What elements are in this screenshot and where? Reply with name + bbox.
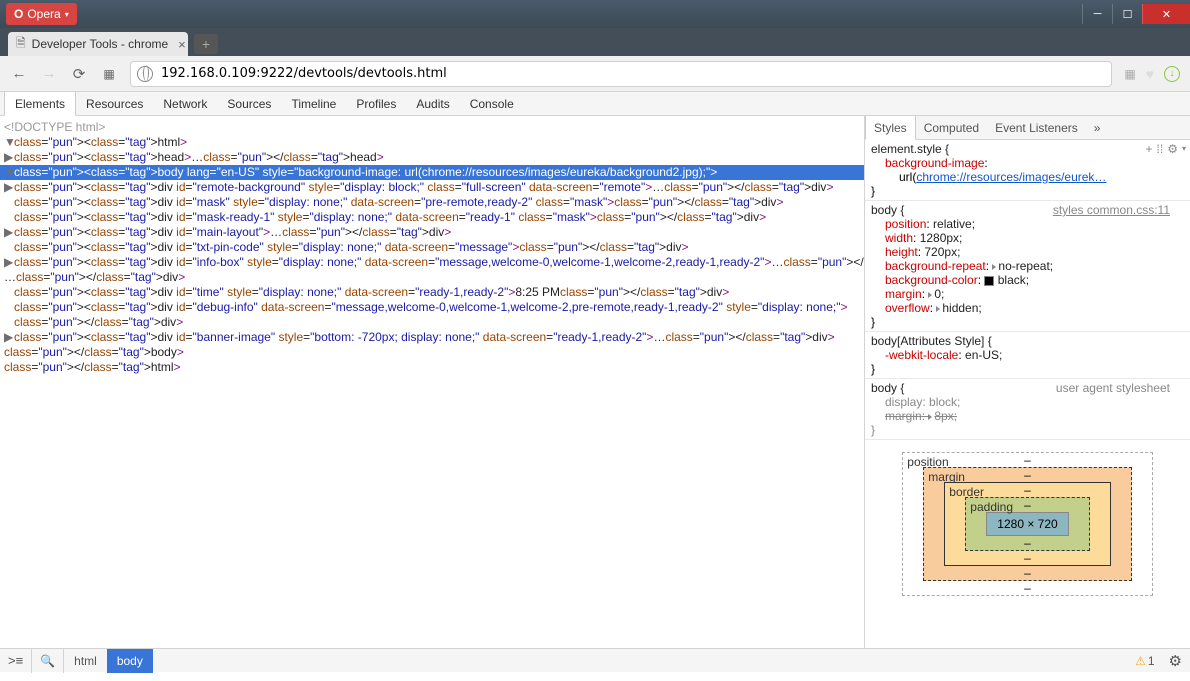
- style-rule-body[interactable]: styles common.css:11 body { position: re…: [865, 201, 1190, 332]
- tab-profiles[interactable]: Profiles: [346, 92, 406, 116]
- source-link[interactable]: styles common.css:11: [1053, 203, 1170, 217]
- dom-node[interactable]: ▶class="pun"><class="tag">div id="main-l…: [0, 225, 864, 240]
- url-link[interactable]: chrome://resources/images/eurek…: [916, 170, 1106, 184]
- selector-text: body[Attributes Style] {: [871, 334, 1170, 348]
- chevron-down-icon: ▾: [65, 10, 69, 19]
- bookmarks-icon[interactable]: ▦: [1124, 67, 1135, 81]
- dom-node[interactable]: class="pun"><class="tag">div id="mask-re…: [0, 210, 864, 225]
- maximize-button[interactable]: ☐: [1112, 4, 1142, 24]
- tab-console[interactable]: Console: [460, 92, 524, 116]
- tab-timeline[interactable]: Timeline: [281, 92, 346, 116]
- status-bar: >≡ 🔍 html body ⚠1 ⚙: [0, 648, 1190, 672]
- console-toggle-button[interactable]: >≡: [0, 649, 32, 673]
- tab-sources[interactable]: Sources: [217, 92, 281, 116]
- chevron-icon: [928, 414, 932, 420]
- dom-node[interactable]: ▶class="pun"><class="tag">div id="info-b…: [0, 255, 864, 270]
- tab[interactable]: 🗎 Developer Tools - chrome ×: [8, 32, 188, 56]
- gear-icon[interactable]: ⚙: [1167, 142, 1178, 156]
- browser-window: O Opera ▾ ─ ☐ ✕ 🗎 Developer Tools - chro…: [0, 0, 1190, 681]
- search-button[interactable]: 🔍: [32, 649, 64, 673]
- warnings-indicator[interactable]: ⚠1: [1129, 654, 1160, 668]
- styles-pane[interactable]: + ⁞⁞ ⚙ ▾ element.style { background-imag…: [865, 140, 1190, 648]
- dom-tree[interactable]: <!DOCTYPE html>▼class="pun"><class="tag"…: [0, 116, 864, 648]
- dom-node[interactable]: class="pun"></class="tag">div>: [0, 315, 864, 330]
- reload-button[interactable]: ⟳: [70, 65, 88, 83]
- dropdown-icon[interactable]: ▾: [1182, 142, 1186, 156]
- dom-node[interactable]: class="pun"><class="tag">div id="debug-i…: [0, 300, 864, 315]
- dom-node[interactable]: class="pun"><class="tag">div id="mask" s…: [0, 195, 864, 210]
- opera-menu-button[interactable]: O Opera ▾: [6, 3, 77, 25]
- prop-name: background-image: [885, 156, 984, 170]
- tab-audits[interactable]: Audits: [406, 92, 459, 116]
- dom-node-selected[interactable]: ▼class="pun"><class="tag">body lang="en-…: [0, 165, 864, 180]
- url-input[interactable]: [161, 66, 1105, 81]
- tab-computed[interactable]: Computed: [916, 116, 987, 140]
- close-button[interactable]: ✕: [1142, 4, 1190, 24]
- settings-button[interactable]: ⚙: [1161, 652, 1190, 670]
- new-tab-button[interactable]: +: [194, 34, 218, 54]
- minimize-button[interactable]: ─: [1082, 4, 1112, 24]
- toolbar-right: ▦ ♥ ↓: [1124, 66, 1180, 82]
- source-label: user agent stylesheet: [1056, 381, 1170, 395]
- styles-sidebar: Styles Computed Event Listeners » + ⁞⁞ ⚙…: [864, 116, 1190, 648]
- devtools-tab-bar: Elements Resources Network Sources Timel…: [0, 92, 1190, 116]
- opera-icon: O: [14, 7, 23, 21]
- chevron-icon[interactable]: [936, 306, 940, 312]
- dom-node[interactable]: …class="pun"></class="tag">div>: [0, 270, 864, 285]
- tab-network[interactable]: Network: [153, 92, 217, 116]
- new-rule-icon[interactable]: +: [1146, 142, 1153, 156]
- style-rule-element[interactable]: + ⁞⁞ ⚙ ▾ element.style { background-imag…: [865, 140, 1190, 201]
- address-bar[interactable]: [130, 61, 1112, 87]
- titlebar: O Opera ▾ ─ ☐ ✕: [0, 0, 1190, 28]
- back-button[interactable]: ←: [10, 65, 28, 82]
- tab-close-icon[interactable]: ×: [178, 37, 186, 52]
- window-controls: ─ ☐ ✕: [1082, 4, 1190, 24]
- style-rule-attr[interactable]: body[Attributes Style] { -webkit-locale:…: [865, 332, 1190, 379]
- dom-node[interactable]: class="pun"></class="tag">body>: [0, 345, 864, 360]
- box-model[interactable]: position– margin– border– padding– 1280 …: [865, 440, 1190, 608]
- tab-styles[interactable]: Styles: [865, 116, 916, 140]
- dom-node[interactable]: ▶class="pun"><class="tag">div id="banner…: [0, 330, 864, 345]
- dom-doctype[interactable]: <!DOCTYPE html>: [0, 120, 864, 135]
- file-icon: 🗎: [16, 34, 26, 55]
- app-name: Opera: [27, 7, 60, 21]
- breadcrumb-html[interactable]: html: [64, 649, 107, 673]
- toolbar: ← → ⟳ ▦ ▦ ♥ ↓: [0, 56, 1190, 92]
- dom-node[interactable]: class="pun"><class="tag">div id="txt-pin…: [0, 240, 864, 255]
- download-icon[interactable]: ↓: [1164, 66, 1180, 82]
- style-rule-ua[interactable]: user agent stylesheet body { display: bl…: [865, 379, 1190, 440]
- box-dimensions: 1280 × 720: [986, 512, 1068, 536]
- selector-text: element.style {: [871, 142, 1170, 156]
- dom-node[interactable]: ▼class="pun"><class="tag">html>: [0, 135, 864, 150]
- speed-dial-button[interactable]: ▦: [100, 67, 118, 81]
- devtools-split: <!DOCTYPE html>▼class="pun"><class="tag"…: [0, 116, 1190, 648]
- chevron-icon[interactable]: [928, 292, 932, 298]
- heart-icon[interactable]: ♥: [1146, 66, 1154, 82]
- more-tabs-icon[interactable]: »: [1086, 116, 1109, 140]
- rule-tools: + ⁞⁞ ⚙ ▾: [1146, 142, 1186, 156]
- forward-button[interactable]: →: [40, 65, 58, 82]
- tab-elements[interactable]: Elements: [4, 92, 76, 116]
- tab-strip: 🗎 Developer Tools - chrome × +: [0, 28, 1190, 56]
- dom-node[interactable]: ▶class="pun"><class="tag">div id="remote…: [0, 180, 864, 195]
- tab-event-listeners[interactable]: Event Listeners: [987, 116, 1086, 140]
- sidebar-tabs: Styles Computed Event Listeners »: [865, 116, 1190, 140]
- tab-resources[interactable]: Resources: [76, 92, 153, 116]
- warning-icon: ⚠: [1135, 654, 1146, 668]
- toggle-state-icon[interactable]: ⁞⁞: [1157, 142, 1164, 156]
- tab-title: Developer Tools - chrome: [32, 37, 169, 51]
- dom-node[interactable]: class="pun"></class="tag">html>: [0, 360, 864, 375]
- chevron-icon[interactable]: [992, 264, 996, 270]
- color-swatch[interactable]: [984, 276, 994, 286]
- dom-node[interactable]: ▶class="pun"><class="tag">head>…class="p…: [0, 150, 864, 165]
- breadcrumb-body[interactable]: body: [107, 649, 153, 673]
- globe-icon: [137, 66, 153, 82]
- dom-node[interactable]: class="pun"><class="tag">div id="time" s…: [0, 285, 864, 300]
